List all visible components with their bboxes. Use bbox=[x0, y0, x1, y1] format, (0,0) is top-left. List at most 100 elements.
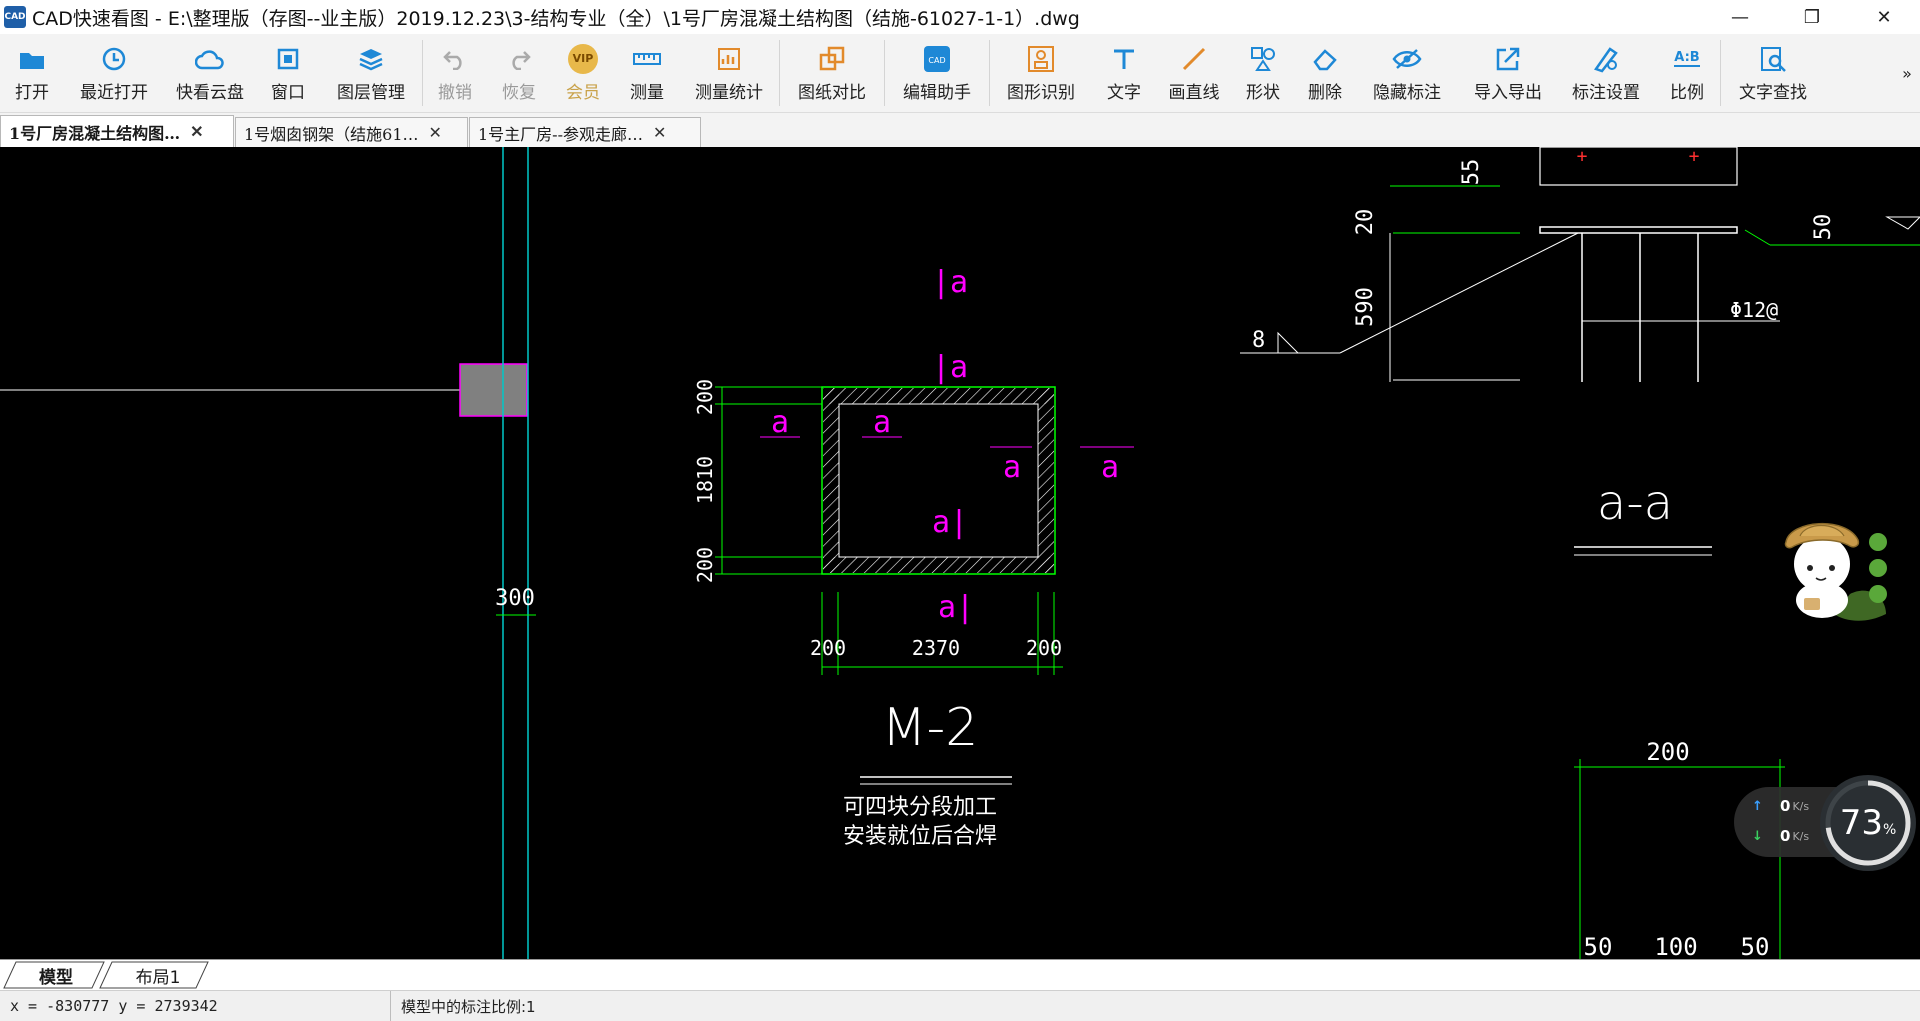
close-button[interactable]: ✕ bbox=[1848, 0, 1920, 34]
dim-200-top: 200 bbox=[693, 379, 717, 415]
toolbar-label: 隐藏标注 bbox=[1373, 82, 1441, 103]
m2-note-line1: 可四块分段加工 bbox=[843, 795, 997, 820]
toolbar-label: 形状 bbox=[1246, 82, 1280, 103]
toolbar-label: 标注设置 bbox=[1572, 82, 1640, 103]
measure-stats-icon bbox=[714, 44, 744, 74]
hatch-top bbox=[823, 388, 1054, 404]
scale-icon: A:B bbox=[1672, 44, 1702, 74]
recent-clock-icon bbox=[99, 44, 129, 74]
toolbar-scale-button[interactable]: A:B 比例 bbox=[1654, 34, 1720, 112]
download-value: 0 bbox=[1780, 827, 1791, 845]
toolbar-recent-button[interactable]: 最近打开 bbox=[64, 34, 164, 112]
toolbar-label: 编辑助手 bbox=[903, 82, 971, 103]
toolbar-annotation-settings-button[interactable]: 标注设置 bbox=[1558, 34, 1654, 112]
document-tabs: 1号厂房混凝土结构图… ✕ 1号烟囱钢架（结施61… ✕ 1号主厂房--参观走廊… bbox=[0, 113, 1920, 147]
section-mark: |a bbox=[932, 265, 968, 300]
column-block bbox=[459, 363, 528, 417]
doc-tab-label: 1号烟囱钢架（结施61… bbox=[244, 124, 419, 144]
dim-100-br: 100 bbox=[1654, 933, 1697, 959]
line-icon bbox=[1179, 44, 1209, 74]
toolbar-line-button[interactable]: 画直线 bbox=[1156, 34, 1232, 112]
dim-1810: 1810 bbox=[693, 456, 717, 504]
toolbar-compare-button[interactable]: 图纸对比 bbox=[780, 34, 884, 112]
hatch-bottom bbox=[823, 557, 1054, 573]
open-folder-icon bbox=[17, 44, 47, 74]
toolbar-label: 撤销 bbox=[438, 82, 472, 103]
toolbar-label: 恢复 bbox=[502, 82, 536, 103]
svg-text:CAD: CAD bbox=[928, 56, 945, 65]
speed-unit: K/s bbox=[1792, 829, 1810, 843]
toolbar-label: 会员 bbox=[566, 82, 600, 103]
hatch-right bbox=[1038, 388, 1054, 573]
vip-icon: VIP bbox=[568, 43, 598, 74]
toolbar-label: 比例 bbox=[1670, 82, 1704, 103]
doc-tab-1[interactable]: 1号厂房混凝土结构图… ✕ bbox=[0, 115, 234, 147]
toolbar-label: 图形识别 bbox=[1007, 82, 1075, 103]
toolbar-measure-stats-button[interactable]: 测量统计 bbox=[679, 34, 779, 112]
toolbar-overflow-button[interactable]: » bbox=[1894, 34, 1920, 112]
toolbar-measure-button[interactable]: 测量 bbox=[615, 34, 679, 112]
toolbar-import-export-button[interactable]: 导入导出 bbox=[1458, 34, 1558, 112]
cloud-icon bbox=[195, 44, 225, 74]
dim-line bbox=[1744, 229, 1771, 246]
toolbar-redo-button[interactable]: 恢复 bbox=[487, 34, 551, 112]
toolbar-text-button[interactable]: 文字 bbox=[1092, 34, 1156, 112]
section-mark: a bbox=[1101, 450, 1119, 485]
toolbar-hide-annotation-button[interactable]: 隐藏标注 bbox=[1356, 34, 1458, 112]
dim-50-br: 50 bbox=[1584, 933, 1613, 959]
shape-recognize-icon bbox=[1026, 44, 1056, 74]
toolbar-shape-recognize-button[interactable]: 图形识别 bbox=[990, 34, 1092, 112]
m2-title: M-2 bbox=[882, 698, 979, 758]
toolbar-delete-button[interactable]: 删除 bbox=[1294, 34, 1356, 112]
assistant-mascot[interactable] bbox=[1770, 502, 1890, 627]
toolbar-open-button[interactable]: 打开 bbox=[0, 34, 64, 112]
toolbar-label: 删除 bbox=[1308, 82, 1342, 103]
main-toolbar: 打开 最近打开 快看云盘 窗口 图层管理 撤销 恢复 VIP 会员 测量 测量统… bbox=[0, 34, 1920, 113]
close-icon[interactable]: ✕ bbox=[653, 123, 666, 142]
close-icon[interactable]: ✕ bbox=[190, 122, 203, 141]
close-icon[interactable]: ✕ bbox=[429, 123, 442, 142]
toolbar-label: 最近打开 bbox=[80, 82, 148, 103]
toolbar-label: 图层管理 bbox=[337, 82, 405, 103]
doc-tab-2[interactable]: 1号烟囱钢架（结施61… ✕ bbox=[235, 117, 468, 147]
gauge-value: 73 bbox=[1839, 803, 1883, 843]
dim-50-br2: 50 bbox=[1741, 933, 1770, 959]
dim-50: 50 bbox=[1811, 214, 1836, 241]
status-bar: x = -830777 y = 2739342 模型中的标注比例:1 bbox=[0, 990, 1920, 1021]
toolbar-vip-button[interactable]: VIP 会员 bbox=[551, 34, 615, 112]
annotation-scale: 模型中的标注比例:1 bbox=[401, 997, 536, 1016]
shapes-icon bbox=[1248, 44, 1278, 74]
toolbar-text-search-button[interactable]: 文字查找 bbox=[1721, 34, 1825, 112]
toolbar-cloud-button[interactable]: 快看云盘 bbox=[164, 34, 256, 112]
import-export-icon bbox=[1493, 44, 1523, 74]
speed-unit: K/s bbox=[1792, 799, 1810, 813]
toolbar-window-button[interactable]: 窗口 bbox=[256, 34, 320, 112]
section-arrow bbox=[1885, 216, 1920, 230]
eraser-icon bbox=[1310, 44, 1340, 74]
doc-tab-3[interactable]: 1号主厂房--参观走廊… ✕ bbox=[469, 117, 701, 147]
redo-icon bbox=[504, 44, 534, 74]
hide-eye-icon bbox=[1392, 44, 1422, 74]
section-title: a-a bbox=[1597, 475, 1673, 531]
gauge-percent: 73% bbox=[1820, 803, 1916, 843]
toolbar-layers-button[interactable]: 图层管理 bbox=[320, 34, 422, 112]
dim-55: 55 bbox=[1459, 159, 1484, 186]
toolbar-undo-button[interactable]: 撤销 bbox=[423, 34, 487, 112]
tab-model[interactable]: 模型 bbox=[18, 962, 94, 988]
toolbar-shapes-button[interactable]: 形状 bbox=[1232, 34, 1294, 112]
layers-icon bbox=[356, 44, 386, 74]
doc-tab-label: 1号主厂房--参观走廊… bbox=[478, 124, 643, 144]
toolbar-label: 窗口 bbox=[271, 82, 305, 103]
minimize-button[interactable]: — bbox=[1704, 0, 1776, 34]
toolbar-edit-assistant-button[interactable]: CAD 编辑助手 bbox=[885, 34, 989, 112]
cad-drawing: 300 200 1810 200 200 2370 200 |a |a a a … bbox=[0, 147, 1920, 959]
dim-200-right: 200 bbox=[1026, 636, 1062, 660]
ruler-icon bbox=[632, 44, 662, 74]
tab-layout1[interactable]: 布局1 bbox=[116, 962, 200, 988]
cursor-coordinates: x = -830777 y = 2739342 bbox=[0, 991, 391, 1021]
section-mark: a| bbox=[932, 505, 968, 540]
text-icon bbox=[1109, 44, 1139, 74]
restore-button[interactable]: ❐ bbox=[1776, 0, 1848, 34]
drawing-canvas[interactable]: 300 200 1810 200 200 2370 200 |a |a a a … bbox=[0, 147, 1920, 959]
network-speed-widget[interactable]: ↑ 0 K/s ↓ 0 K/s 73% bbox=[1734, 775, 1920, 871]
